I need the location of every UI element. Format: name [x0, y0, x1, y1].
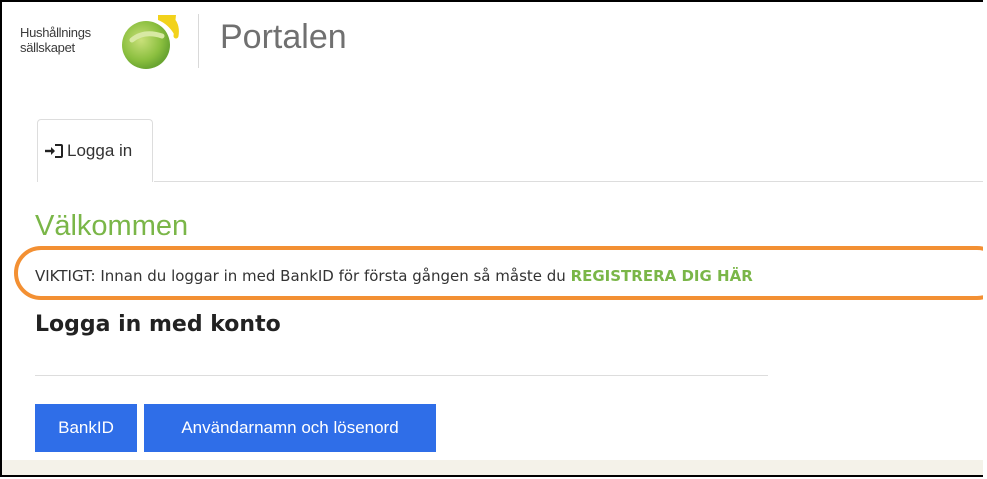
welcome-heading: Välkommen: [35, 210, 189, 242]
login-heading: Logga in med konto: [35, 312, 281, 337]
tabs-baseline: [154, 181, 983, 182]
footer-band: [2, 460, 983, 475]
username-password-button[interactable]: Användarnamn och lösenord: [144, 404, 436, 452]
notice-message: VIKTIGT: Innan du loggar in med BankID f…: [35, 267, 571, 285]
login-divider: [35, 375, 768, 376]
logo-text-line2: sällskapet: [20, 40, 75, 55]
logo-text: Hushållnings sällskapet: [20, 25, 91, 55]
logo[interactable]: Hushållnings sällskapet: [18, 12, 180, 70]
page-frame: Hushållnings sällskapet Portalen Logga i…: [0, 0, 983, 477]
tab-bar: Logga in: [2, 119, 983, 182]
register-link[interactable]: REGISTRERA DIG HÄR: [571, 267, 753, 285]
logo-text-line1: Hushållnings: [20, 25, 91, 40]
app-title: Portalen: [220, 18, 347, 56]
tab-label: Logga in: [67, 141, 133, 160]
header: Hushållnings sällskapet Portalen: [2, 2, 983, 90]
tab-logga-in[interactable]: Logga in: [37, 119, 153, 182]
logo-mark-icon: [122, 15, 179, 69]
bankid-button[interactable]: BankID: [35, 404, 137, 452]
header-divider: [198, 14, 199, 68]
notice-text: VIKTIGT: Innan du loggar in med BankID f…: [35, 267, 753, 285]
sign-in-icon: [45, 144, 63, 158]
